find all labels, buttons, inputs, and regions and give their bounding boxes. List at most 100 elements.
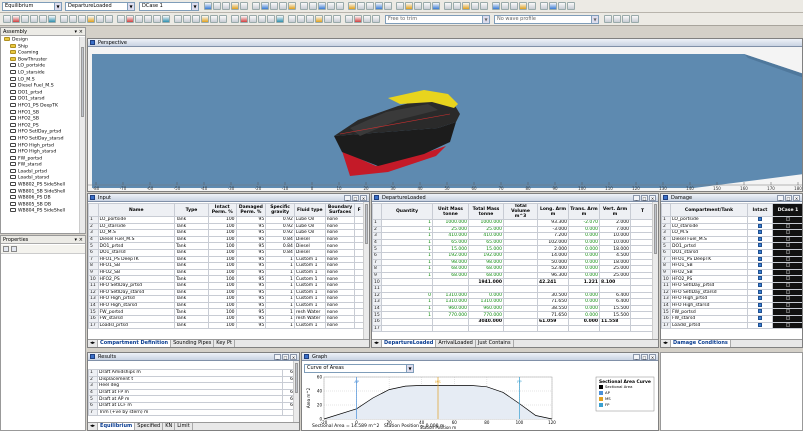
minimize-button[interactable]: _ — [344, 195, 351, 201]
checkbox[interactable] — [786, 303, 790, 307]
table-cell[interactable]: Tank — [173, 229, 209, 237]
perspective-viewport[interactable]: -80 -70 -60 -50 -40 -30 -20 -10 0 10 20 30 40 50 60 70 8… — [88, 48, 802, 192]
table-cell[interactable] — [503, 311, 538, 319]
tree-item[interactable]: Design — [2, 37, 78, 44]
sectional-area-chart[interactable]: 0204060-20 0 20 40 60 80 100 120AP MS FPArea m^2S… — [302, 375, 658, 431]
intact-cell[interactable] — [747, 301, 773, 310]
table-cell[interactable]: 2.000 — [537, 245, 569, 253]
table-row[interactable]: 3 Heel deg — [88, 382, 295, 390]
table-cell[interactable] — [503, 258, 538, 267]
table-cell[interactable] — [630, 219, 655, 227]
table-cell[interactable]: HFO2_PS — [97, 275, 175, 283]
tree-item[interactable]: LO_starside — [2, 69, 78, 77]
table-cell[interactable]: none — [324, 229, 356, 237]
toolbar-button[interactable] — [333, 15, 341, 23]
table-cell[interactable]: HFO1_SB — [97, 262, 175, 270]
tree-item[interactable]: Loadsl_prtsd — [2, 168, 78, 176]
toolbar-button[interactable] — [423, 2, 431, 10]
table-cell[interactable]: 100 — [207, 321, 237, 330]
toolbar-button[interactable] — [414, 2, 422, 10]
table-cell[interactable]: 192.000 — [432, 251, 469, 260]
table-cell[interactable]: 1 — [265, 321, 295, 330]
table-row[interactable]: 13 1 1310.000 1310.000 71.650 0.000 6.400 — [372, 298, 655, 306]
table-cell[interactable] — [503, 298, 538, 306]
table-cell[interactable] — [432, 278, 469, 286]
table-cell[interactable]: 0.92 — [265, 216, 295, 224]
table-cell[interactable]: 68.000 — [432, 265, 469, 273]
table-cell[interactable]: FW_portsd — [97, 308, 175, 316]
table-row[interactable]: 14 HFO High_starsd — [661, 301, 802, 310]
intact-cell[interactable] — [747, 235, 773, 244]
close-button[interactable]: × — [649, 354, 656, 360]
table-cell[interactable]: 100 — [207, 248, 237, 257]
chevron-down-icon[interactable]: ▼ — [591, 16, 598, 23]
toolbar-button[interactable] — [174, 15, 182, 23]
pin-icon[interactable]: ▾ — [74, 236, 77, 244]
column-header[interactable]: Unit Mass tonne — [432, 203, 469, 220]
intact-cell[interactable] — [747, 229, 773, 237]
graph-type-select[interactable]: Curve of Areas ▼ — [304, 364, 414, 373]
tree-item[interactable]: WB801_SB SideShell — [2, 188, 78, 196]
toolbar-button[interactable] — [261, 2, 269, 10]
table-cell[interactable]: 25.000 — [599, 265, 631, 273]
tab-nav-arrows[interactable]: ◂▸ — [88, 423, 99, 430]
table-cell[interactable]: 0.92 — [265, 222, 295, 231]
column-header[interactable]: Quantity — [381, 203, 433, 220]
table-cell[interactable]: 8.100 — [599, 278, 631, 286]
toolbar-button[interactable] — [258, 15, 266, 23]
table-cell[interactable]: 0.000 — [568, 265, 600, 273]
table-cell[interactable]: HFO SetlDay_prtsd — [97, 281, 175, 290]
checkbox[interactable] — [758, 237, 762, 241]
table-cell[interactable]: Loadsl_prtsd — [97, 321, 175, 330]
table-cell[interactable] — [432, 284, 469, 293]
table-cell[interactable]: 0.000 — [568, 238, 600, 247]
table-cell[interactable]: none — [324, 216, 356, 224]
table-cell[interactable]: 0.92 — [265, 229, 295, 237]
table-cell[interactable]: 410.000 — [432, 232, 469, 240]
checkbox[interactable] — [758, 283, 762, 287]
table-row[interactable]: 1 Draft Amidships m6 — [88, 369, 295, 377]
table-row[interactable]: 4 Diesel Fuel_M.S Tank 100 95 0.84 Diesel none — [88, 235, 364, 244]
table-cell[interactable]: 95 — [235, 295, 267, 303]
tree-item[interactable]: Loadsl_starsd — [2, 175, 78, 182]
table-cell[interactable]: Custom 1 — [293, 288, 326, 297]
table-cell[interactable] — [503, 232, 538, 240]
table-cell[interactable]: 95 — [235, 242, 267, 250]
intact-cell[interactable] — [747, 216, 773, 224]
table-cell[interactable] — [599, 324, 631, 333]
intact-cell[interactable] — [747, 281, 773, 290]
table-cell[interactable]: 15.000 — [432, 245, 469, 253]
table-cell[interactable]: -2.070 — [568, 219, 600, 227]
table-row[interactable]: 8 1 68.000 68.000 52.400 0.000 25.000 — [372, 265, 655, 273]
table-cell[interactable]: 1 — [381, 258, 433, 267]
toolbar-button[interactable] — [204, 2, 212, 10]
table-cell[interactable] — [381, 324, 433, 333]
checkbox[interactable] — [758, 257, 762, 261]
table-cell[interactable]: 95 — [235, 275, 267, 283]
checkbox[interactable] — [786, 224, 790, 228]
toolbar-button[interactable] — [276, 15, 284, 23]
table-cell[interactable] — [568, 284, 600, 293]
table-cell[interactable]: Lube Oil — [293, 216, 326, 224]
dcase-select[interactable]: DCase 1 ▼ — [139, 2, 199, 11]
toolbar-button[interactable] — [135, 15, 143, 23]
table-row[interactable]: 9 HFO2_SB — [661, 268, 802, 277]
table-cell[interactable]: Custom 1 — [293, 268, 326, 277]
toolbar-button[interactable] — [249, 15, 257, 23]
dcase-cell[interactable] — [772, 288, 802, 297]
table-cell[interactable]: 10.000 — [599, 232, 631, 240]
intact-cell[interactable] — [747, 242, 773, 250]
tab[interactable]: Just Contains — [476, 340, 514, 347]
tab[interactable]: Specified — [135, 423, 164, 430]
table-cell[interactable]: 770.000 — [468, 311, 504, 319]
checkbox[interactable] — [758, 316, 762, 320]
toolbar-button[interactable] — [405, 2, 413, 10]
table-cell[interactable]: 95 — [235, 235, 267, 244]
maximize-button[interactable]: □ — [352, 195, 359, 201]
toolbar-button[interactable] — [219, 15, 227, 23]
tab[interactable]: DepartureLoaded — [382, 340, 437, 347]
toolbar-button[interactable] — [252, 2, 260, 10]
checkbox[interactable] — [786, 217, 790, 222]
intact-cell[interactable] — [747, 268, 773, 277]
tree-item[interactable]: FW_starsd — [2, 162, 78, 169]
